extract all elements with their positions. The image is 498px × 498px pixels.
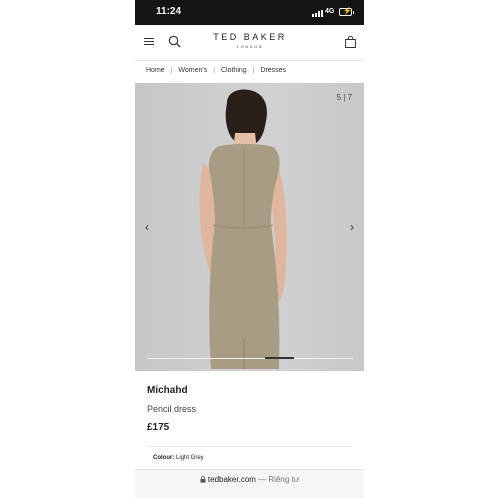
status-time: 11:24 (156, 6, 182, 17)
site-header: TED BAKER LONDON (135, 25, 364, 61)
brand-name: TED BAKER (213, 32, 287, 42)
breadcrumb: Home | Women's | Clothing | Dresses (146, 67, 286, 79)
breadcrumb-separator: | (213, 67, 216, 74)
status-bar: 11:24 4G ⚡ (135, 0, 364, 25)
colour-selector[interactable]: Colour: Light Grey (153, 455, 204, 461)
gallery-progress-indicator (264, 357, 295, 359)
brand-logo[interactable]: TED BAKER LONDON (210, 32, 290, 49)
gallery-progress-track (147, 357, 353, 359)
product-name: Michahd (147, 385, 188, 396)
next-image-arrow-icon[interactable]: › (350, 220, 354, 234)
image-counter: 5 | 7 (336, 93, 352, 102)
menu-icon[interactable] (144, 38, 154, 46)
breadcrumb-home[interactable]: Home (146, 67, 165, 74)
breadcrumb-clothing[interactable]: Clothing (221, 67, 247, 74)
lock-icon (200, 476, 206, 483)
product-price: £175 (147, 422, 170, 433)
url-privacy-label: — Riêng tư (255, 475, 300, 484)
url-domain: tedbaker.com (207, 475, 256, 484)
phone-screen: 11:24 4G ⚡ TED BAKER LONDON Home | Women… (135, 0, 364, 498)
colour-label: Colour: (153, 455, 175, 461)
browser-url-bar[interactable]: tedbaker.com — Riêng tư (135, 469, 364, 498)
url-text: tedbaker.com — Riêng tư (135, 475, 364, 484)
product-image-gallery[interactable]: 5 | 7 ‹ › (135, 83, 364, 371)
shopping-bag-icon[interactable] (345, 36, 356, 48)
brand-location: LONDON (236, 44, 264, 49)
colour-value: Light Grey (176, 455, 204, 461)
battery-icon: ⚡ (339, 8, 354, 16)
breadcrumb-separator: | (252, 67, 255, 74)
breadcrumb-separator: | (170, 67, 173, 74)
breadcrumb-dresses[interactable]: Dresses (260, 67, 286, 74)
previous-image-arrow-icon[interactable]: ‹ (145, 220, 149, 234)
product-photo (199, 89, 287, 369)
search-icon[interactable] (168, 35, 181, 48)
signal-icon (312, 10, 323, 17)
network-type: 4G (325, 8, 335, 15)
breadcrumb-womens[interactable]: Women's (178, 67, 207, 74)
product-type: Pencil dress (147, 404, 197, 414)
divider (147, 446, 352, 447)
